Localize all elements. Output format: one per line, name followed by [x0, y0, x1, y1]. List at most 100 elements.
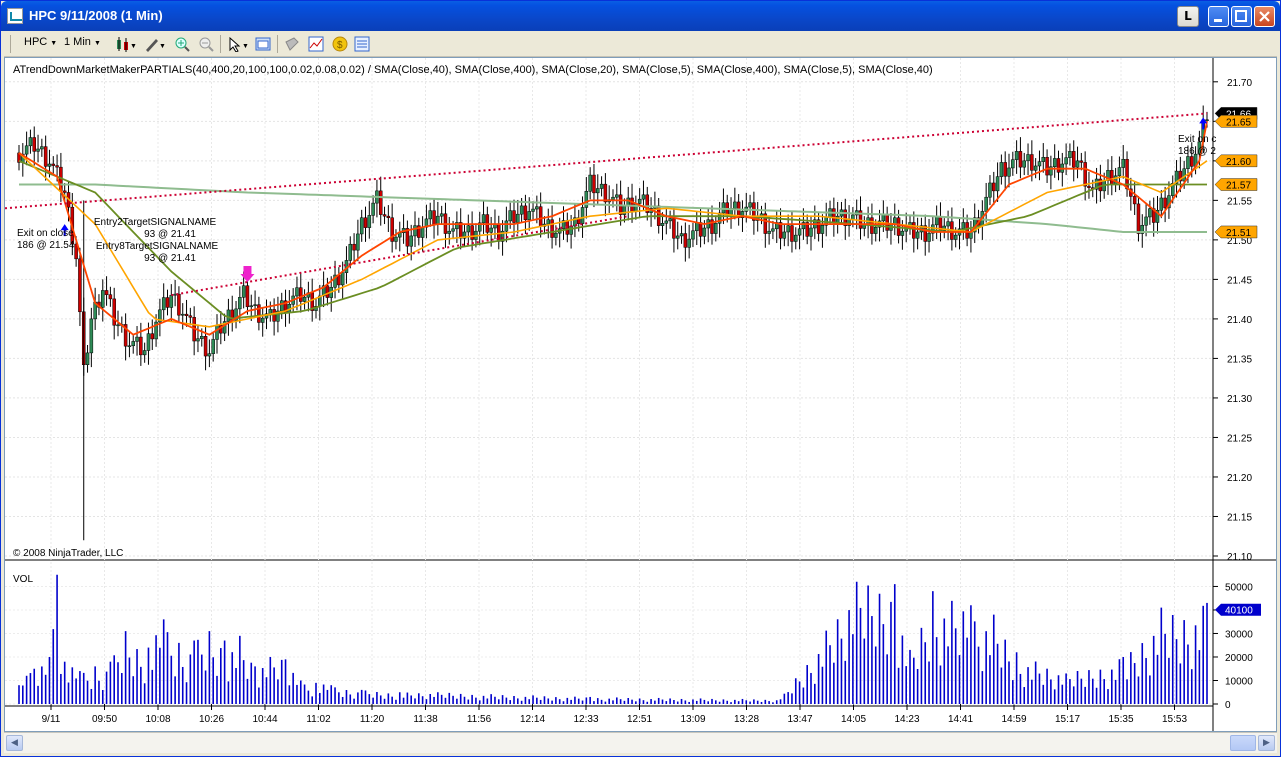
candle-body [519, 205, 524, 215]
pencil-draw-icon[interactable]: ▼ [144, 36, 166, 52]
candle-body [820, 225, 825, 234]
instrument-selector[interactable]: HPC ▼ [24, 36, 57, 48]
candle-body [660, 223, 665, 226]
price-tag-value: 21.60 [1226, 157, 1251, 168]
candle-body [603, 183, 608, 203]
candlestick-style-icon[interactable]: ▼ [114, 36, 136, 52]
candle-body [1186, 156, 1190, 169]
minimize-icon [1214, 19, 1222, 22]
interval-selector[interactable]: 1 Min ▼ [64, 36, 101, 48]
properties-icon[interactable] [354, 36, 370, 52]
maximize-button[interactable] [1231, 6, 1252, 27]
candle-body [675, 235, 680, 239]
candle-body [386, 215, 391, 218]
candle-body [356, 233, 360, 251]
toolbar-separator [277, 35, 278, 53]
price-tag-value: 21.65 [1226, 117, 1251, 128]
candle-body [782, 231, 787, 239]
zoom-out-icon[interactable] [198, 36, 214, 52]
zoom-in-icon[interactable] [174, 36, 190, 52]
maximize-icon [1235, 10, 1247, 22]
candle-body [554, 232, 558, 238]
indicator-legend: ATrendDownMarketMakerPARTIALS(40,400,20,… [13, 64, 933, 76]
candle-body [466, 225, 471, 233]
candle-body [1068, 151, 1072, 158]
candle-body [809, 227, 813, 237]
candle-body [268, 309, 273, 315]
price-axis-label: 21.30 [1227, 394, 1252, 405]
candle-body [969, 231, 973, 239]
indicators-icon[interactable] [308, 36, 324, 52]
candle-body [1011, 159, 1015, 169]
time-axis-label: 12:33 [573, 714, 598, 725]
candle-body [569, 225, 573, 235]
candle-body [180, 313, 185, 316]
title-bar[interactable]: HPC 9/11/2008 (1 Min) L [1, 1, 1280, 31]
candle-body [538, 206, 543, 227]
candle-body [127, 345, 132, 348]
time-axis-label: 13:09 [680, 714, 705, 725]
entry8-annotation: Entry8TargetSIGNALNAME [96, 241, 219, 252]
candle-body [363, 217, 368, 228]
close-button[interactable] [1254, 6, 1275, 27]
price-axis-label: 21.45 [1227, 275, 1252, 286]
volume-axis-label: 50000 [1225, 582, 1253, 593]
candle-body [238, 297, 242, 310]
candle-body [428, 210, 432, 220]
candle-body [535, 206, 539, 210]
time-axis-label: 15:53 [1162, 714, 1187, 725]
candle-body [272, 309, 276, 322]
candle-body [36, 148, 40, 152]
candle-body [142, 350, 147, 356]
candle-body [797, 228, 802, 236]
candle-body [215, 324, 219, 340]
candle-body [85, 352, 90, 365]
pointer-icon[interactable]: ▼ [227, 36, 249, 52]
candle-body [900, 230, 905, 236]
candle-body [664, 220, 669, 224]
candle-body [1144, 216, 1148, 226]
candle-body [714, 223, 718, 234]
minimize-button[interactable] [1208, 6, 1229, 27]
candle-body [946, 221, 950, 227]
candle-body [249, 305, 254, 308]
candle-body [1163, 197, 1167, 209]
svg-text:▼: ▼ [242, 43, 249, 50]
candle-body [1148, 208, 1152, 218]
svg-text:▼: ▼ [159, 43, 166, 50]
order-tag-icon[interactable] [284, 36, 300, 52]
candle-body [241, 285, 246, 298]
chart-panel[interactable]: 21.7021.6521.6021.5521.5021.4521.4021.35… [4, 57, 1277, 732]
candle-body [51, 163, 56, 166]
candle-body [984, 196, 988, 212]
candle-body [108, 294, 113, 300]
lock-button[interactable]: L [1177, 6, 1199, 27]
chart-window: HPC 9/11/2008 (1 Min) L HPC ▼ 1 Min ▼ ▼ … [0, 0, 1281, 757]
candle-body [580, 207, 585, 224]
candle-body [508, 210, 512, 222]
candle-body [112, 298, 116, 326]
time-axis-label: 14:05 [841, 714, 866, 725]
candle-body [1110, 170, 1114, 185]
candle-body [32, 137, 36, 152]
candle-body [173, 293, 177, 296]
candle-body [28, 137, 33, 147]
scroll-right-button[interactable]: ▶ [1258, 735, 1275, 751]
candle-body [588, 174, 592, 192]
time-axis-label: 11:02 [306, 714, 331, 725]
chevron-down-icon: ▼ [50, 40, 58, 47]
strategy-icon[interactable]: $ [332, 36, 348, 52]
time-axis-label: 10:44 [252, 714, 277, 725]
candle-body [641, 194, 646, 200]
entry2-annotation: Entry2TargetSIGNALNAME [94, 217, 217, 228]
candle-body [24, 145, 29, 155]
scroll-left-button[interactable]: ◀ [6, 735, 23, 751]
candle-body [835, 215, 840, 223]
candle-body [359, 217, 364, 235]
data-box-icon[interactable] [255, 36, 271, 52]
horizontal-scrollbar[interactable]: ◀ ▶ [4, 732, 1277, 753]
price-chart-svg[interactable]: 21.7021.6521.6021.5521.5021.4521.4021.35… [4, 58, 1276, 731]
scroll-thumb[interactable] [1230, 735, 1256, 751]
candle-body [668, 218, 672, 222]
volume-axis-label: 0 [1225, 700, 1231, 711]
